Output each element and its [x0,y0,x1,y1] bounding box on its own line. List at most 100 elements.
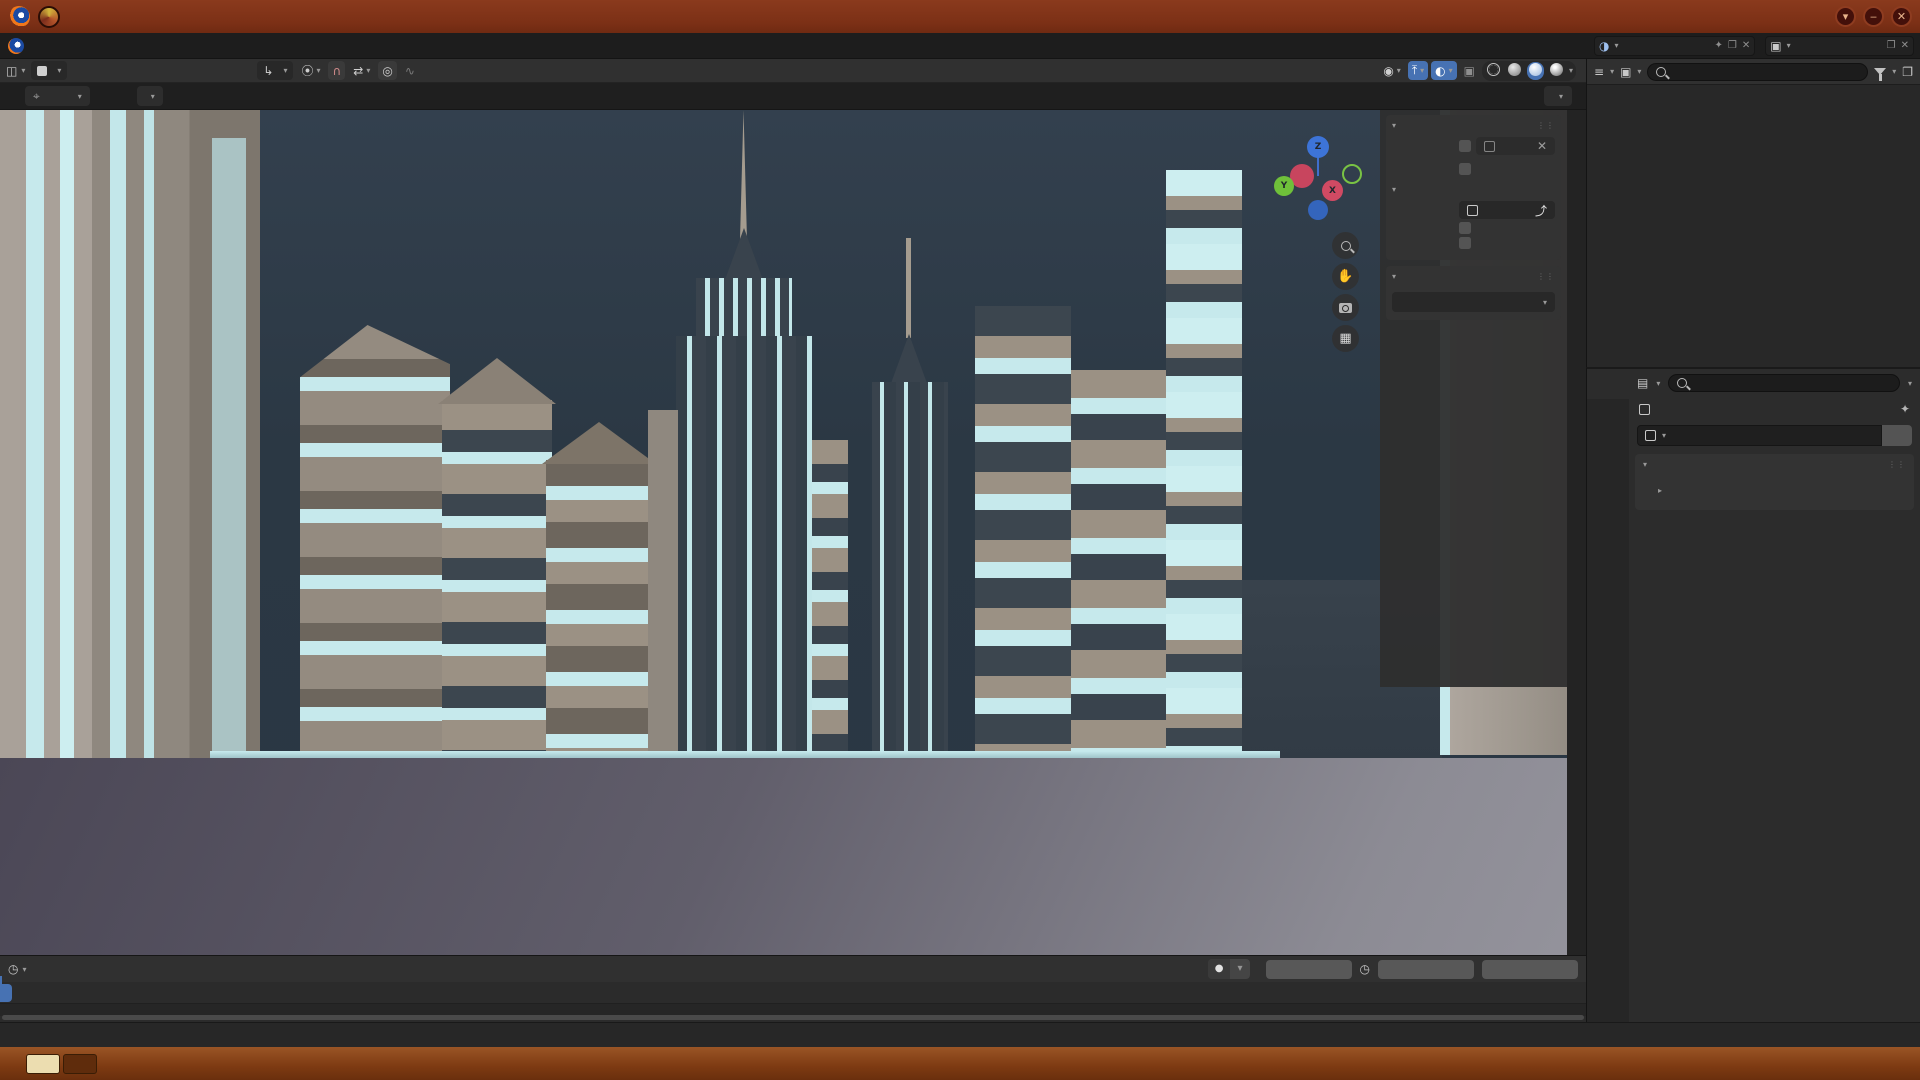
options-dropdown[interactable]: ▾ [1544,86,1572,106]
shading-rendered-icon[interactable] [1548,62,1565,80]
drag-setting-dropdown[interactable]: ▾ [137,86,163,106]
frame-end-field[interactable] [1482,960,1578,979]
building-left [92,110,260,760]
new-scene-icon[interactable]: ❐ [1728,40,1737,51]
navigation-gizmo[interactable]: Z Y X [1272,128,1364,220]
snap-settings-dropdown[interactable]: ⇄▾ [349,61,374,80]
blender-menu-icon[interactable] [8,38,24,54]
lock-to-object-field[interactable]: ⤴ [1459,201,1555,219]
properties-options-dropdown[interactable]: ▾ [1908,379,1912,388]
gizmo-y-axis[interactable]: Y [1274,176,1294,196]
object-type-visibility-dropdown[interactable]: ◉▾ [1379,61,1405,80]
transform-orientation-dropdown[interactable]: ↳ ▾ [257,61,293,80]
xray-toggle[interactable]: ▣ [1460,61,1479,80]
mode-dropdown[interactable]: ▾ [31,61,67,80]
building-right-spire [852,238,972,760]
render-region-checkbox[interactable] [1459,163,1471,175]
outliner-search-input[interactable] [1647,63,1868,81]
proportional-falloff-icon[interactable]: ∿ [401,61,419,80]
shading-material-preview-icon[interactable] [1527,62,1544,80]
tool-settings-bar: ⌖ ▾ ▾ ▾ [0,83,1586,110]
gizmo-neg-z-axis[interactable] [1308,200,1328,220]
object-name-field[interactable]: ▾ [1637,425,1882,446]
shading-wireframe-icon[interactable] [1485,62,1502,80]
local-camera-checkbox[interactable] [1459,140,1471,152]
gizmo-x-axis[interactable]: X [1322,180,1343,201]
building-cluster-pyramids [442,340,652,760]
zoom-button[interactable] [1332,232,1359,259]
snap-toggle[interactable]: ∩ [328,61,345,80]
outliner-filter-funnel-icon[interactable] [1874,68,1886,75]
properties-search-input[interactable] [1668,374,1900,392]
auto-keying-record-button[interactable]: ● [1208,959,1231,979]
properties-editor: ▤▾ ▾ ✦ ▾ ▾⋮⋮ ▸ [1586,367,1920,1022]
window-menu-button[interactable]: ▾ [1835,6,1856,27]
frame-start-field[interactable] [1378,960,1474,979]
current-frame-field[interactable] [1266,960,1352,979]
timeline-editor-icon[interactable]: ◷ [8,962,18,976]
transform-panel-header[interactable]: ▾⋮⋮ [1643,458,1906,473]
properties-display-icon[interactable]: ▤ [1637,376,1648,390]
rotation-order-dropdown[interactable]: ▾ [1392,292,1555,312]
new-layer-icon[interactable]: ❐ [1887,40,1896,51]
pan-button[interactable]: ✋ [1332,263,1359,290]
proportional-edit-toggle[interactable]: ◎ [378,61,396,80]
transform-panel: ▾⋮⋮ ▸ [1635,454,1914,510]
pivot-point-dropdown[interactable]: ⦿▾ [297,61,324,80]
workspace-2[interactable] [63,1054,97,1074]
taskbar [0,1047,1920,1080]
cursor-panel-header[interactable]: ▾⋮⋮ [1392,270,1555,285]
timeline-scrollbar[interactable] [2,1015,1584,1020]
blender-app-icon [8,6,30,28]
eyedropper-icon[interactable]: ⤴ [1535,202,1547,219]
perspective-toggle-button[interactable]: ▦ [1332,325,1359,352]
view-layer-icon: ▣ [1770,39,1781,53]
auto-keying-dropdown[interactable]: ▾ [1230,959,1249,979]
shading-mode-group: ▾ [1482,61,1576,81]
sidebar-tab-strip [1567,110,1586,955]
gizmo-z-axis[interactable]: Z [1307,136,1329,158]
new-collection-button[interactable]: ❐ [1902,65,1913,79]
scene-selector[interactable]: ◑▾ ✦ ❐ ✕ [1594,36,1755,56]
outliner-filter-icon[interactable]: ▣ [1620,65,1631,79]
outliner-header: ≡▾ ▣▾ ▾ ❐ [1587,59,1920,85]
window-close-button[interactable]: ✕ [1891,6,1912,27]
building-right-bands [975,306,1171,760]
ground-plane [0,758,1586,955]
shading-solid-icon[interactable] [1506,62,1523,80]
lock-3d-cursor-checkbox[interactable] [1459,222,1471,234]
object-icon [1639,404,1650,415]
object-mode-icon [37,66,47,76]
timeline-ruler[interactable]: › [0,982,1586,1004]
workspace-pager [26,1054,97,1074]
unlink-scene-icon[interactable]: ✕ [1742,40,1750,51]
pin-id-icon[interactable]: ✦ [1900,402,1910,416]
pin-icon[interactable]: ✦ [1715,40,1723,51]
view-panel: ▾⋮⋮ ✕ ▾ ⤴ [1386,115,1561,260]
camera-view-button[interactable] [1332,294,1359,321]
app-swirl-icon [38,6,60,28]
title-bar: ▾ ‒ ✕ [0,0,1920,33]
remove-layer-icon[interactable]: ✕ [1901,40,1909,51]
gizmo-neg-y-axis[interactable] [1342,164,1362,184]
view-lock-header[interactable]: ▾ [1392,183,1555,198]
3d-viewport[interactable]: Z Y X ✋ ▦ ▾⋮⋮ ✕ [0,110,1586,955]
horizon-ledge [210,751,1280,758]
show-gizmo-toggle[interactable]: ⤒▾ [1408,61,1428,80]
view-panel-header[interactable]: ▾⋮⋮ [1392,119,1555,134]
window-minimize-button[interactable]: ‒ [1863,6,1884,27]
delta-transform-section[interactable]: ▸ [1649,481,1906,500]
orientation-setting-dropdown[interactable]: ⌖ ▾ [25,86,90,106]
camera-to-view-checkbox[interactable] [1459,237,1471,249]
top-menu-bar: ◑▾ ✦ ❐ ✕ ▣▾ ❐ ✕ [0,33,1920,59]
editor-type-icon[interactable]: ◫ [6,64,17,78]
workspace-1[interactable] [26,1054,60,1074]
view-layer-selector[interactable]: ▣▾ ❐ ✕ [1765,36,1914,56]
use-preview-range-icon[interactable]: ◷ [1360,962,1370,976]
status-bar [0,1022,1920,1047]
outliner-display-mode-icon[interactable]: ≡ [1594,65,1604,79]
show-overlays-toggle[interactable]: ◐▾ [1431,61,1457,80]
users-count-badge[interactable] [1882,425,1912,446]
local-camera-field[interactable]: ✕ [1476,137,1555,155]
timeline-header: ◷▾ ● ▾ ◷ [0,956,1586,982]
